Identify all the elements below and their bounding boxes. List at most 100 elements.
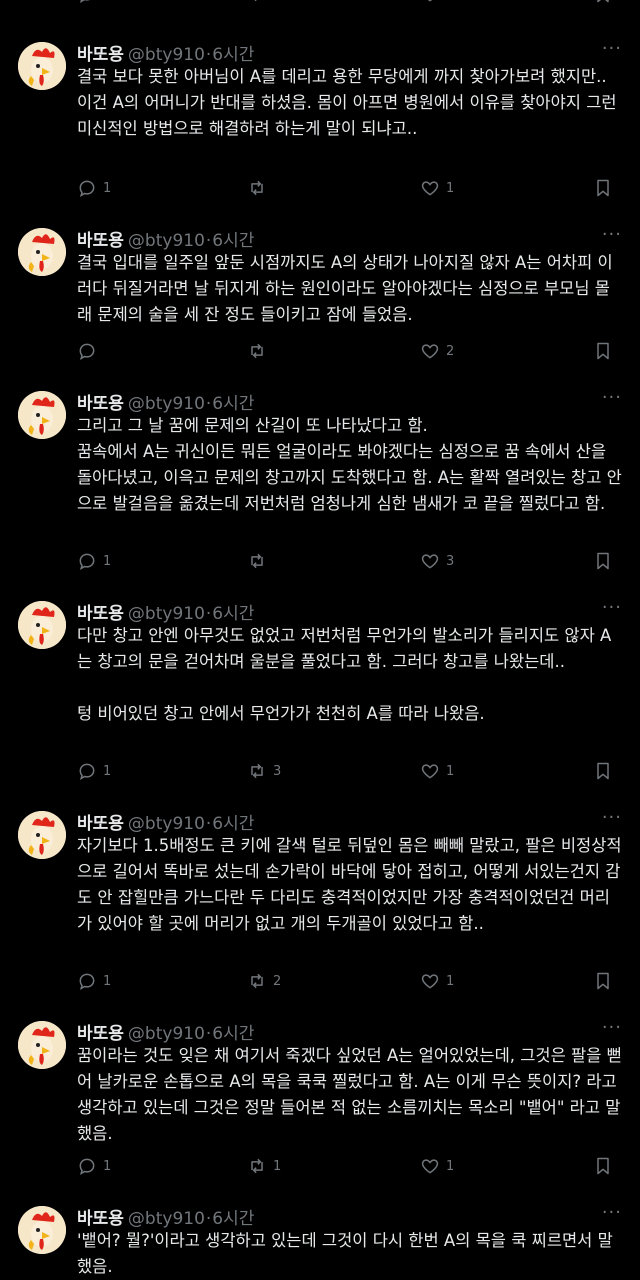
reply-count: 1 — [103, 973, 112, 989]
timestamp[interactable]: 6시간 — [212, 814, 254, 834]
author-name[interactable]: 바또용 — [77, 394, 124, 414]
separator: · — [205, 394, 212, 414]
author-name[interactable]: 바또용 — [77, 604, 124, 624]
retweet-button[interactable]: 3 — [247, 759, 281, 783]
separator: · — [205, 45, 212, 65]
reply-button[interactable]: 1 — [77, 0, 111, 6]
avatar[interactable] — [18, 1206, 66, 1254]
more-options-icon[interactable]: ··· — [602, 387, 622, 408]
timestamp[interactable]: 6시간 — [212, 45, 254, 65]
avatar[interactable] — [18, 228, 66, 276]
timestamp[interactable]: 6시간 — [212, 231, 254, 251]
like-icon — [420, 551, 440, 571]
reply-button[interactable]: 1 — [77, 549, 111, 573]
like-button[interactable]: 1 — [420, 1154, 454, 1178]
bookmark-button[interactable] — [593, 969, 613, 993]
retweet-count: 1 — [273, 1158, 282, 1174]
retweet-button[interactable]: 2 — [247, 969, 281, 993]
reply-button[interactable]: 1 — [77, 759, 111, 783]
tweet-actions: 2 — [77, 339, 625, 363]
bookmark-button[interactable] — [593, 549, 613, 573]
avatar[interactable] — [18, 601, 66, 649]
bookmark-icon — [593, 0, 613, 4]
like-icon — [420, 761, 440, 781]
like-count: 3 — [446, 553, 455, 569]
author-handle[interactable]: @bty910 — [128, 45, 205, 65]
tweet-text: 꿈이라는 것도 잊은 채 여기서 죽겠다 싶었던 A는 얼어있었는데, 그것은 … — [77, 1046, 622, 1143]
like-count: 1 — [446, 973, 455, 989]
retweet-button[interactable] — [247, 339, 273, 363]
tweet-actions: 1 3 1 — [77, 759, 625, 783]
bookmark-button[interactable] — [593, 1154, 613, 1178]
like-button[interactable]: 1 — [420, 176, 454, 200]
timestamp[interactable]: 6시간 — [212, 394, 254, 414]
retweet-icon — [247, 761, 267, 781]
separator: · — [205, 814, 212, 834]
separator: · — [205, 1024, 212, 1044]
author-name[interactable]: 바또용 — [77, 1024, 124, 1044]
retweet-count: 3 — [273, 763, 282, 779]
reply-icon — [77, 551, 97, 571]
tweet-actions: 11 — [77, 176, 625, 200]
more-options-icon[interactable]: ··· — [602, 807, 622, 828]
tweet-header: 바또용 @bty910·6시간 — [77, 40, 254, 65]
like-button[interactable]: 3 — [420, 549, 454, 573]
author-name[interactable]: 바또용 — [77, 1209, 124, 1229]
more-options-icon[interactable]: ··· — [602, 597, 622, 618]
author-handle[interactable]: @bty910 — [128, 394, 205, 414]
like-count: 2 — [446, 343, 455, 359]
reply-count: 1 — [103, 763, 112, 779]
tweet-actions: 1 1 1 — [77, 1154, 625, 1178]
like-button[interactable]: 1 — [420, 759, 454, 783]
avatar[interactable] — [18, 391, 66, 439]
like-button[interactable]: 2 — [420, 0, 454, 6]
reply-icon — [77, 971, 97, 991]
author-name[interactable]: 바또용 — [77, 45, 124, 65]
reply-button[interactable] — [77, 339, 103, 363]
timestamp[interactable]: 6시간 — [212, 604, 254, 624]
tweet-header: 바또용 @bty910·6시간 — [77, 1204, 254, 1229]
author-handle[interactable]: @bty910 — [128, 1024, 205, 1044]
retweet-count: 2 — [273, 973, 282, 989]
bookmark-button[interactable] — [593, 176, 613, 200]
like-button[interactable]: 2 — [420, 339, 454, 363]
more-options-icon[interactable]: ··· — [602, 1202, 622, 1223]
reply-button[interactable]: 1 — [77, 176, 111, 200]
bookmark-button[interactable] — [593, 0, 619, 6]
avatar[interactable] — [18, 1021, 66, 1069]
retweet-icon — [247, 551, 267, 571]
tweet-header: 바또용 @bty910·6시간 — [77, 389, 254, 414]
avatar[interactable] — [18, 42, 66, 90]
more-options-icon[interactable]: ··· — [602, 38, 622, 59]
retweet-button[interactable]: 1 — [247, 1154, 281, 1178]
author-handle[interactable]: @bty910 — [128, 1209, 205, 1229]
author-name[interactable]: 바또용 — [77, 231, 124, 251]
more-options-icon[interactable]: ··· — [602, 224, 622, 245]
retweet-button[interactable] — [247, 549, 273, 573]
like-button[interactable]: 1 — [420, 969, 454, 993]
reply-button[interactable]: 1 — [77, 1154, 111, 1178]
retweet-button[interactable] — [247, 176, 273, 200]
author-handle[interactable]: @bty910 — [128, 814, 205, 834]
more-options-icon[interactable]: ··· — [602, 1017, 622, 1038]
author-name[interactable]: 바또용 — [77, 814, 124, 834]
like-icon — [420, 341, 440, 361]
retweet-icon — [247, 1156, 267, 1176]
bookmark-icon — [593, 1156, 613, 1176]
timestamp[interactable]: 6시간 — [212, 1209, 254, 1229]
author-handle[interactable]: @bty910 — [128, 231, 205, 251]
bookmark-button[interactable] — [593, 759, 613, 783]
author-handle[interactable]: @bty910 — [128, 604, 205, 624]
timestamp[interactable]: 6시간 — [212, 1024, 254, 1044]
avatar[interactable] — [18, 811, 66, 859]
bookmark-icon — [593, 761, 613, 781]
like-count: 1 — [446, 180, 455, 196]
reply-button[interactable]: 1 — [77, 969, 111, 993]
tweet-header: 바또용 @bty910·6시간 — [77, 599, 254, 624]
retweet-button[interactable] — [247, 0, 273, 6]
tweet-header: 바또용 @bty910·6시간 — [77, 1019, 254, 1044]
tweet-text: 그리고 그 날 꿈에 문제의 산길이 또 나타났다고 함. 꿈속에서 A는 귀신… — [77, 416, 622, 513]
tweet-text: 결국 보다 못한 아버님이 A를 데리고 용한 무당에게 까지 찾아가보려 했지… — [77, 67, 617, 138]
bookmark-button[interactable] — [593, 339, 613, 363]
like-count: 2 — [446, 0, 454, 2]
